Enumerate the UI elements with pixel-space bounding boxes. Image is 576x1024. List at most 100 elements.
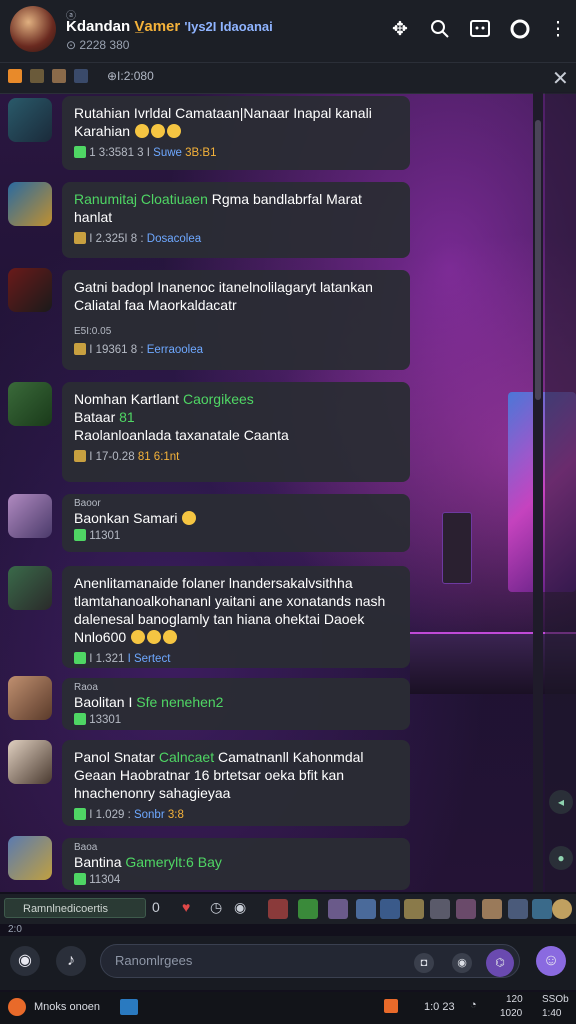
notification-icon[interactable] [120,999,138,1015]
message-text: Panol Snatar Calncaet Camatnanll Kahonmd… [74,749,364,801]
message-meta: 11301 [74,529,398,542]
hero-avatar-1[interactable] [8,98,52,142]
chat-subtitle: ⊙ 2228 380 [66,38,130,52]
pinned-thumb-1[interactable] [8,69,22,83]
message-link[interactable]: Sonbr [134,809,165,821]
status-value-5: 1:40 [542,1008,562,1019]
sticker-item[interactable] [328,899,348,919]
message-4[interactable]: Nomhan Kartlant Caorgikees Bataar 81 Rao… [62,382,410,482]
voice-icon[interactable]: ♪ [56,946,86,976]
pinned-thumb-4[interactable] [74,69,88,83]
strip-counter: 0 [152,899,160,915]
message-5[interactable]: Baoor Baonkan Samari 11301 [62,494,410,552]
side-action-icon-2[interactable]: ● [549,846,573,870]
sticker-item[interactable] [430,899,450,919]
more-vertical-icon[interactable]: ⋮ [546,18,570,42]
pinned-thumb-2[interactable] [30,69,44,83]
status-bar: Mnoks onoen 1:0 23 ◔ 120 1020 SSOb 1:40 [0,992,576,1024]
hero-avatar-9[interactable] [8,836,52,880]
emoji-icon[interactable]: ☺ [536,946,566,976]
chat-avatar[interactable] [10,6,56,52]
message-text: Bantina Gamerylt:6 Bay [74,854,222,870]
status-value-4: 1020 [500,1008,523,1019]
clock-icon[interactable]: ◷ [210,899,222,916]
sticker-item[interactable] [508,899,528,919]
pinned-thumb-3[interactable] [52,69,66,83]
message-8[interactable]: Panol Snatar Calncaet Camatnanll Kahonmd… [62,740,410,826]
close-icon[interactable]: ✕ [552,66,569,91]
sticker-item[interactable] [298,899,318,919]
message-1[interactable]: Rutahian Ivrldal Camataan|Nanaar Inapal … [62,96,410,170]
hero-avatar-5[interactable] [8,494,52,538]
status-indicator-icon [384,999,398,1013]
record-icon[interactable]: ◉ [452,953,472,973]
status-app-name: Mnoks onoen [34,1001,101,1013]
pinned-bar[interactable]: ⊕I:2:080 ✕ [0,62,576,94]
sticker-strip: Ramnlnedicoertis 0 ♥ ◷ ◉ [0,894,576,924]
side-action-icon[interactable]: ◂ [549,790,573,814]
hero-avatar-7[interactable] [8,676,52,720]
heart-icon[interactable]: ♥ [182,899,190,915]
message-time: E5I:0.05 [74,326,112,337]
message-text: Baolitan I Sfe nenehen2 [74,694,224,710]
chat-title-part2: V̲amer [134,18,181,35]
message-meta: I 2.325I 8 : Dosacolea [74,232,398,245]
message-link[interactable]: Dosacolea [147,233,201,245]
message-9[interactable]: Baoa Bantina Gamerylt:6 Bay 11304 [62,838,410,890]
app-icon[interactable] [8,998,26,1016]
message-meta: 13301 [74,713,398,726]
message-composer: ◉ ♪ Ranomlrgees ◘ ◉ ⌬ ☺ [0,936,576,990]
message-meta: I 17-0.28 81 6:1nt [74,450,398,463]
chat-title-part3: 'Iys2I Idaoanai [184,19,273,34]
message-meta: I 1.029 : Sonbr 3:8 [74,808,398,821]
wifi-icon: ◔ [470,999,477,1011]
scrollbar-thumb[interactable] [535,120,541,400]
status-value-1: 1:0 23 [424,1001,455,1013]
status-value-3: SSOb [542,994,569,1005]
status-value-2: 120 [506,994,523,1005]
translate-icon[interactable]: ⌬ [486,949,514,977]
chat-icon[interactable] [468,18,492,42]
hero-avatar-2[interactable] [8,182,52,226]
message-7[interactable]: Raoa Baolitan I Sfe nenehen2 13301 [62,678,410,730]
sticker-item[interactable] [268,899,288,919]
attach-icon[interactable]: ◉ [10,946,40,976]
message-3[interactable]: Gatni badopl Inanenoc itanelnolilagaryt … [62,270,410,370]
sticker-item[interactable] [380,899,400,919]
sticker-search-input[interactable]: Ramnlnedicoertis [4,898,146,918]
message-text: Ranumitaj Cloatiuaen Rgma bandlabrfal Ma… [74,191,362,225]
sticker-item[interactable] [356,899,376,919]
hero-avatar-6[interactable] [8,566,52,610]
side-panel [545,92,576,892]
message-meta: I 1.321 I Sertect [74,652,398,665]
message-6[interactable]: Anenlitamanaide folaner lnandersakalvsit… [62,566,410,668]
record-icon[interactable] [508,18,532,42]
sticker-item[interactable] [532,899,552,919]
settings-icon[interactable]: ◉ [234,899,246,916]
message-text: Rutahian Ivrldal Camataan|Nanaar Inapal … [74,105,372,139]
message-2[interactable]: Ranumitaj Cloatiuaen Rgma bandlabrfal Ma… [62,182,410,258]
hero-avatar-8[interactable] [8,740,52,784]
hero-avatar-4[interactable] [8,382,52,426]
puzzle-icon[interactable]: ✥ [388,18,412,42]
lock-icon[interactable]: ◘ [414,953,434,973]
message-sender: Baoa [74,842,98,853]
sticker-item[interactable] [456,899,476,919]
search-icon[interactable] [428,18,452,42]
unread-counter: 2:0 [8,924,22,935]
sticker-item[interactable] [552,899,572,919]
message-sender: Raoa [74,682,98,693]
message-link[interactable]: Suwe [153,147,182,159]
sticker-item[interactable] [482,899,502,919]
message-text: Anenlitamanaide folaner lnandersakalvsit… [74,575,386,645]
background-speaker [442,512,472,584]
message-sender: Baoor [74,498,101,509]
sticker-item[interactable] [404,899,424,919]
message-meta: I 19361 8 : Eerraoolea [74,343,398,356]
message-link[interactable]: Eerraoolea [147,344,203,356]
message-link[interactable]: I Sertect [128,653,171,665]
chat-title[interactable]: Kdandan V̲amer 'Iys2I Idaoanai [66,18,273,35]
hero-avatar-3[interactable] [8,268,52,312]
message-text: Gatni badopl Inanenoc itanelnolilagaryt … [74,279,373,313]
message-text: Baonkan Samari [74,509,398,527]
